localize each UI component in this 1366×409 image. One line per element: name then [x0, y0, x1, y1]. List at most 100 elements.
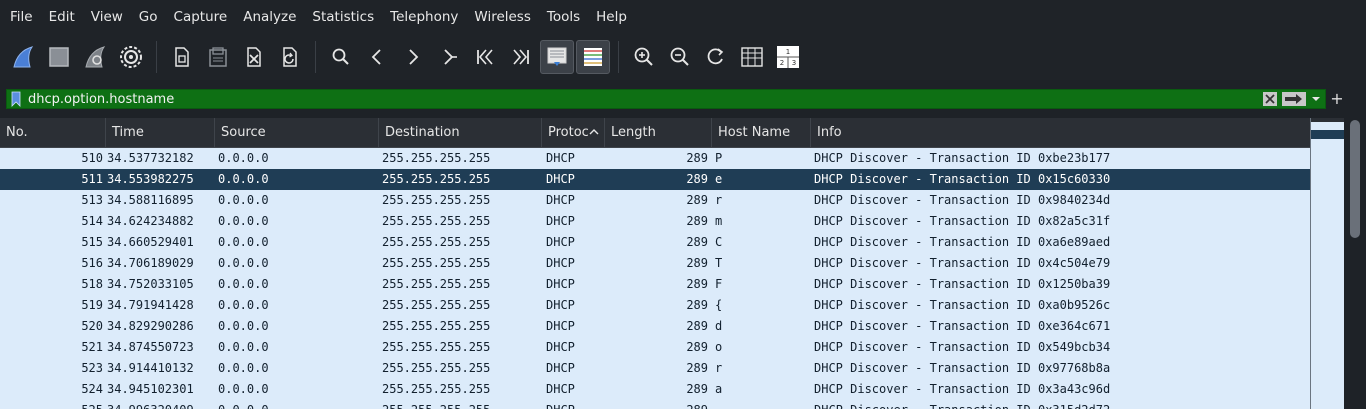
menu-view[interactable]: View: [83, 0, 131, 34]
zoom-in-icon[interactable]: [627, 40, 661, 74]
apply-filter-icon[interactable]: [1281, 90, 1307, 108]
autoscroll-icon[interactable]: [540, 40, 574, 74]
column-header-no[interactable]: No.: [0, 118, 106, 148]
menu-telephony[interactable]: Telephony: [382, 0, 466, 34]
go-forward-icon[interactable]: [396, 40, 430, 74]
last-packet-icon[interactable]: [504, 40, 538, 74]
packet-minimap[interactable]: [1310, 118, 1345, 409]
cell-host-name: r: [715, 361, 723, 375]
menu-go[interactable]: Go: [131, 0, 166, 34]
packet-row[interactable]: 514 34.624234882 0.0.0.0 255.255.255.255 DHC…: [0, 211, 1310, 232]
scrollbar-thumb[interactable]: [1350, 120, 1360, 238]
cell-host-name: m: [715, 214, 723, 228]
column-header-destination[interactable]: Destination: [379, 118, 542, 148]
cell-time: 34.706189029: [107, 256, 194, 270]
cell-host-name: P: [715, 151, 723, 165]
column-header-protocol[interactable]: Protoc: [542, 118, 605, 148]
menu-edit[interactable]: Edit: [41, 0, 83, 34]
packet-row[interactable]: 516 34.706189029 0.0.0.0 255.255.255.255 DHC…: [0, 253, 1310, 274]
packet-row[interactable]: 518 34.752033105 0.0.0.0 255.255.255.255 DHC…: [0, 274, 1310, 295]
save-file-icon[interactable]: [201, 40, 235, 74]
cell-info: DHCP Discover - Transaction ID 0x1250ba3…: [814, 277, 1111, 291]
normal-size-icon[interactable]: [699, 40, 733, 74]
cell-protocol: DHCP: [546, 382, 575, 396]
menu-help[interactable]: Help: [588, 0, 635, 34]
cell-info: DHCP Discover - Transaction ID 0x3a43c96…: [814, 382, 1111, 396]
column-header-time[interactable]: Time: [106, 118, 215, 148]
minimap-selected-marker: [1311, 130, 1345, 139]
packet-row[interactable]: 513 34.588116895 0.0.0.0 255.255.255.255 DHC…: [0, 190, 1310, 211]
packet-list-header: No. Time Source Destination Protoc Lengt…: [0, 118, 1310, 148]
packet-row[interactable]: 515 34.660529401 0.0.0.0 255.255.255.255 DHC…: [0, 232, 1310, 253]
bookmark-icon[interactable]: [7, 90, 25, 108]
column-layout-icon[interactable]: 123: [771, 40, 805, 74]
zoom-out-icon[interactable]: [663, 40, 697, 74]
find-packet-icon[interactable]: [324, 40, 358, 74]
cell-no: 511: [81, 172, 103, 186]
packet-row[interactable]: 523 34.914410132 0.0.0.0 255.255.255.255 DHC…: [0, 358, 1310, 379]
cell-source: 0.0.0.0: [218, 340, 269, 354]
cell-no: 525: [0, 400, 103, 409]
cell-protocol: DHCP: [546, 193, 575, 207]
packet-row[interactable]: 521 34.874550723 0.0.0.0 255.255.255.255 DHC…: [0, 337, 1310, 358]
display-filter-input[interactable]: dhcp.option.hostname: [25, 92, 1261, 107]
toolbar-separator: [156, 41, 157, 73]
cell-destination: 255.255.255.255: [382, 151, 491, 165]
packet-row[interactable]: 525 34.996320409 0.0.0.0 255.255.255.255 DHC…: [0, 400, 1310, 409]
packet-list[interactable]: No. Time Source Destination Protoc Lengt…: [0, 118, 1310, 409]
cell-no: 521: [81, 340, 103, 354]
cell-destination: 255.255.255.255: [382, 298, 491, 312]
menu-file[interactable]: File: [2, 0, 41, 34]
menu-bar: File Edit View Go Capture Analyze Statistics Te…: [0, 0, 1366, 34]
cell-length: 289: [686, 172, 708, 186]
display-filter-field[interactable]: dhcp.option.hostname: [6, 89, 1326, 109]
close-file-icon[interactable]: [237, 40, 271, 74]
first-packet-icon[interactable]: [468, 40, 502, 74]
cell-destination: 255.255.255.255: [382, 319, 491, 333]
restart-capture-icon[interactable]: [78, 40, 112, 74]
cell-protocol: DHCP: [546, 235, 575, 249]
clear-filter-icon[interactable]: [1261, 90, 1279, 108]
colorize-icon[interactable]: [576, 40, 610, 74]
menu-wireless[interactable]: Wireless: [466, 0, 539, 34]
cell-info: DHCP Discover - Transaction ID 0xa0b9526…: [814, 298, 1111, 312]
column-header-source[interactable]: Source: [215, 118, 379, 148]
cell-protocol: DHCP: [546, 151, 575, 165]
add-filter-button-icon[interactable]: +: [1328, 89, 1346, 109]
resize-columns-icon[interactable]: [735, 40, 769, 74]
menu-capture[interactable]: Capture: [166, 0, 236, 34]
cell-no: 513: [81, 193, 103, 207]
reload-file-icon[interactable]: [273, 40, 307, 74]
packet-row[interactable]: 511 34.553982275 0.0.0.0 255.255.255.255 DHC…: [0, 169, 1310, 190]
menu-analyze[interactable]: Analyze: [235, 0, 304, 34]
cell-protocol: DHCP: [546, 340, 575, 354]
cell-length: 289: [686, 298, 708, 312]
packet-row[interactable]: 524 34.945102301 0.0.0.0 255.255.255.255 DHC…: [0, 379, 1310, 400]
cell-no: 518: [81, 277, 103, 291]
column-header-length[interactable]: Length: [605, 118, 712, 148]
open-file-icon[interactable]: [165, 40, 199, 74]
packet-row[interactable]: 520 34.829290286 0.0.0.0 255.255.255.255 DHC…: [0, 316, 1310, 337]
cell-destination: 255.255.255.255: [382, 277, 491, 291]
stop-capture-icon[interactable]: [42, 40, 76, 74]
cell-no: 523: [81, 361, 103, 375]
column-header-info[interactable]: Info: [811, 118, 1310, 148]
start-capture-icon[interactable]: [6, 40, 40, 74]
capture-options-icon[interactable]: [114, 40, 148, 74]
toolbar-separator: [315, 41, 316, 73]
go-back-icon[interactable]: [360, 40, 394, 74]
packet-row[interactable]: 519 34.791941428 0.0.0.0 255.255.255.255 DHC…: [0, 295, 1310, 316]
go-to-packet-icon[interactable]: [432, 40, 466, 74]
menu-tools[interactable]: Tools: [539, 0, 588, 34]
cell-time: 34.874550723: [107, 340, 194, 354]
cell-destination: 255.255.255.255: [382, 256, 491, 270]
cell-length: 289: [686, 340, 708, 354]
packet-row[interactable]: 510 34.537732182 0.0.0.0 255.255.255.255 DHC…: [0, 148, 1310, 169]
cell-host-name: C: [715, 235, 723, 249]
filter-dropdown-icon[interactable]: [1307, 90, 1325, 108]
cell-no: 514: [81, 214, 103, 228]
column-header-host-name[interactable]: Host Name: [712, 118, 811, 148]
cell-protocol: DHCP: [546, 214, 575, 228]
menu-statistics[interactable]: Statistics: [304, 0, 382, 34]
vertical-scrollbar[interactable]: [1344, 118, 1366, 409]
